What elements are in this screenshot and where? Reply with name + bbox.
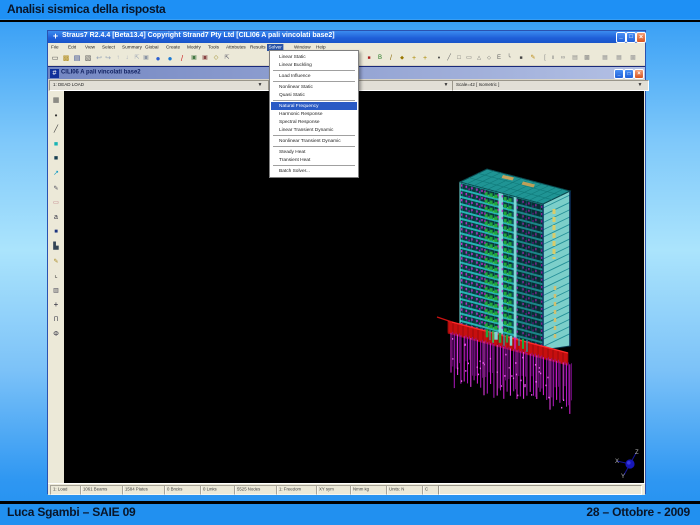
svg-text:Z: Z bbox=[635, 450, 639, 456]
svg-text:Y: Y bbox=[621, 474, 625, 480]
svg-text:X: X bbox=[615, 459, 619, 465]
